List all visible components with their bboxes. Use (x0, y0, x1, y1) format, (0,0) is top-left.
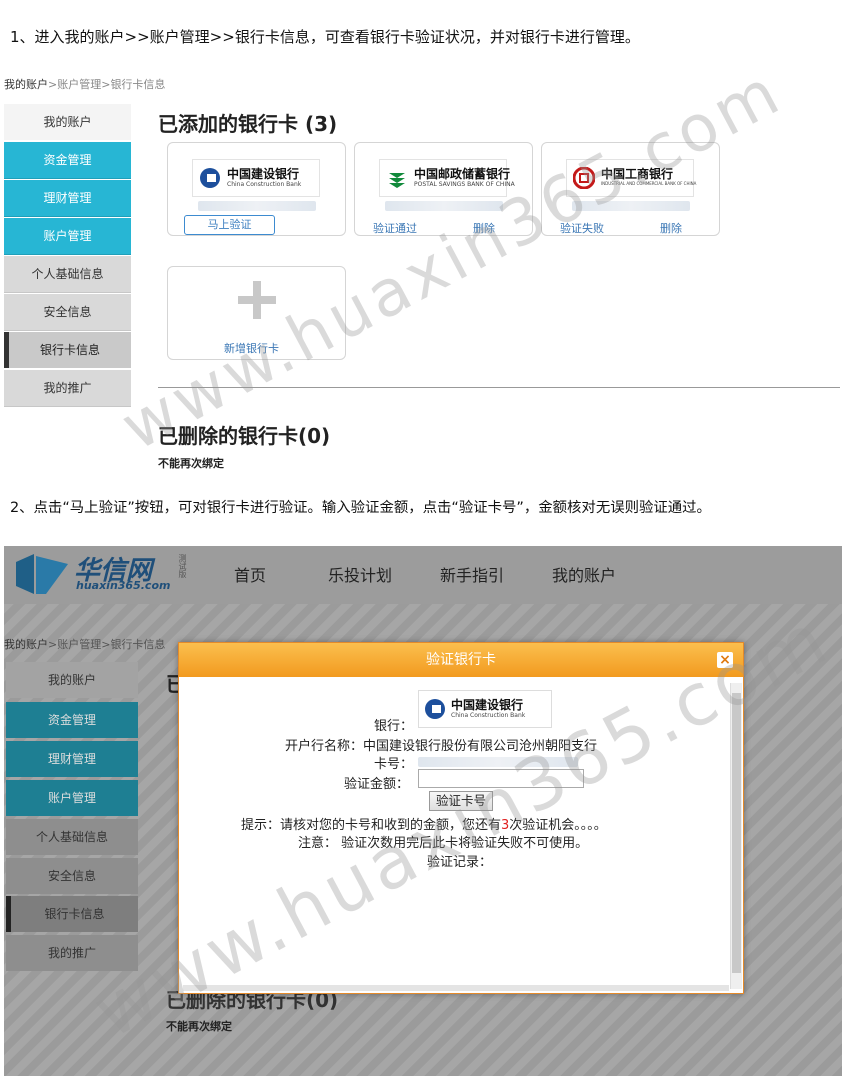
site-logo-icon (16, 554, 68, 594)
step1-text: 1、进入我的账户>>账户管理>>银行卡信息，可查看银行卡验证状况，并对银行卡进行… (10, 28, 640, 46)
breadcrumb-mid[interactable]: 账户管理 (57, 78, 101, 91)
breadcrumb-current: 银行卡信息 (110, 78, 166, 91)
amount-label: 验证金额： (344, 777, 410, 792)
dialog-ccb-logo: 中国建设银行 China Construction Bank (418, 690, 552, 728)
scrollbar-thumb[interactable] (732, 693, 741, 973)
beta-badge: 测试版 (178, 554, 187, 578)
nav-home[interactable]: 首页 (234, 562, 266, 586)
nav-guide[interactable]: 新手指引 (440, 562, 504, 586)
ccb-logo: 中国建设银行 China Construction Bank (192, 159, 320, 197)
deleted-note: 不能再次绑定 (158, 457, 224, 470)
sidebar-item-account-mgmt[interactable]: 账户管理 (4, 218, 131, 255)
breadcrumb: 我的账户>账户管理>银行卡信息 (4, 78, 166, 91)
ccb-emblem-icon (425, 699, 445, 719)
sidebar-item-security[interactable]: 安全信息 (4, 294, 131, 331)
psbc-emblem-icon (389, 173, 405, 188)
sidebar-item-my-account[interactable]: 我的账户 (4, 104, 131, 140)
status-verified: 验证通过 (373, 222, 417, 235)
added-cards-title: 已添加的银行卡 (3) (158, 112, 338, 136)
horizontal-scrollbar[interactable] (183, 985, 729, 991)
psbc-logo: 中国邮政储蓄银行 POSTAL SAVINGS BANK OF CHINA (379, 159, 515, 197)
site-domain: huaxin365.com (76, 579, 171, 592)
card-number-blurred (198, 201, 316, 211)
card-number-label: 卡号： (374, 757, 414, 772)
sidebar-item-bank-cards[interactable]: 银行卡信息 (4, 332, 131, 368)
nav-my-account[interactable]: 我的账户 (552, 562, 616, 586)
sidebar-item-funds[interactable]: 资金管理 (4, 142, 131, 179)
ccb-emblem-icon (200, 168, 220, 188)
bg-breadcrumb: 我的账户>账户管理>银行卡信息 (4, 638, 166, 651)
sidebar-item-basic-info[interactable]: 个人基础信息 (4, 256, 131, 293)
breadcrumb-root[interactable]: 我的账户 (4, 78, 48, 91)
step2-text: 2、点击“马上验证”按钮，可对银行卡进行验证。输入验证金额，点击“验证卡号”，金… (10, 500, 711, 516)
delete-link[interactable]: 删除 (660, 220, 682, 236)
vertical-scrollbar[interactable] (730, 683, 742, 989)
bank-card-ccb: 中国建设银行 China Construction Bank 马上验证 (167, 142, 346, 236)
bank-label: 银行： (374, 719, 414, 734)
sidebar-item-finance[interactable]: 理财管理 (4, 180, 131, 217)
site-header: 华信网 huaxin365.com 测试版 (4, 546, 842, 604)
nav-plan[interactable]: 乐投计划 (328, 562, 392, 586)
verify-now-button[interactable]: 马上验证 (184, 215, 275, 235)
